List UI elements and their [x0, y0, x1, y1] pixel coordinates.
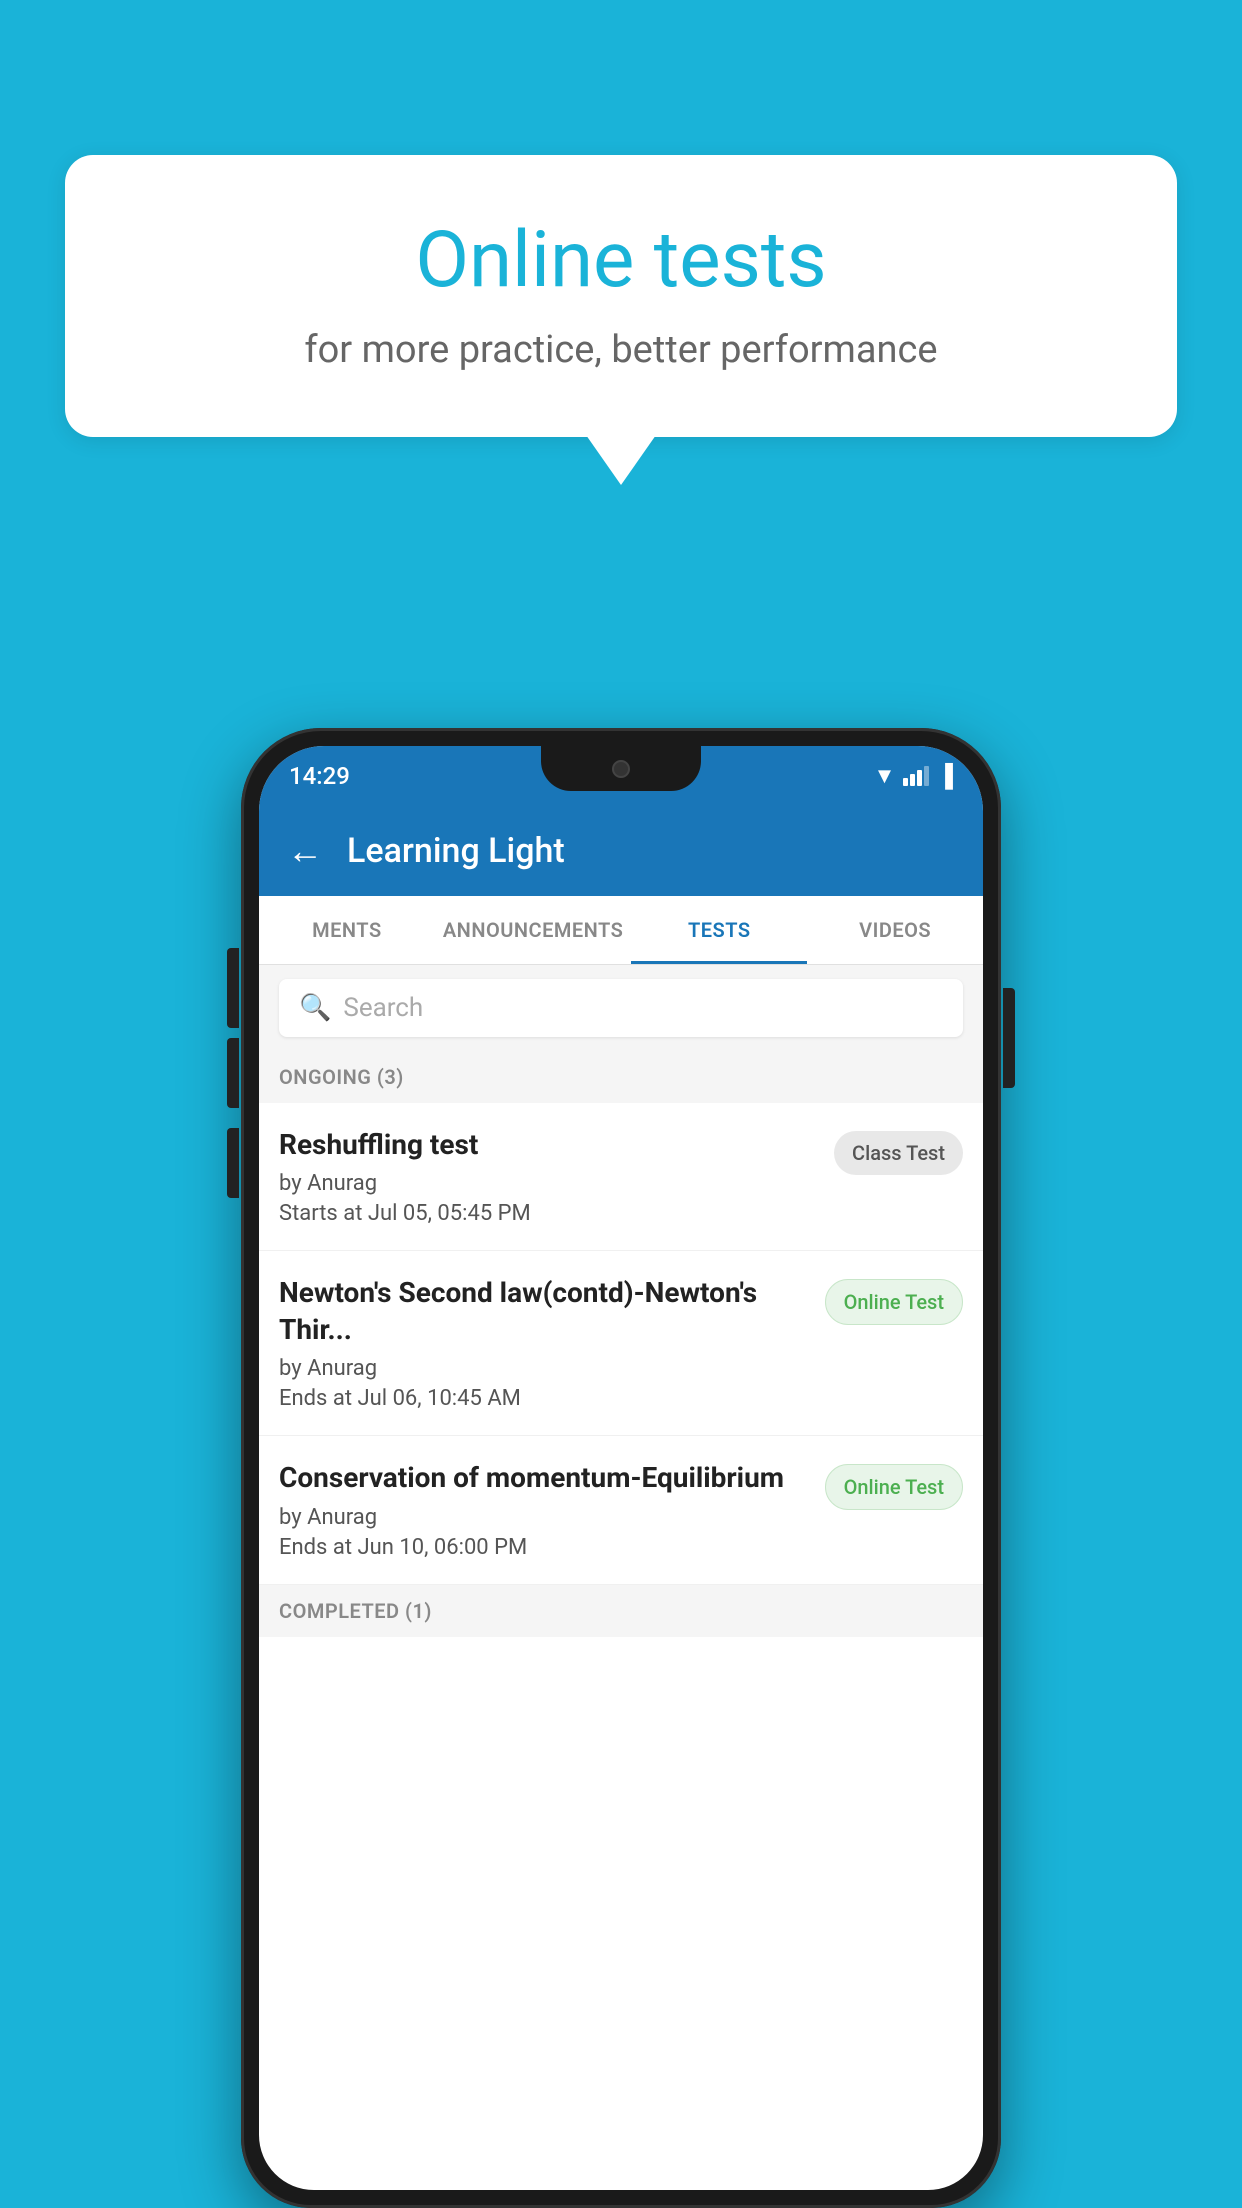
- promo-bubble: Online tests for more practice, better p…: [65, 155, 1177, 437]
- phone-outer-shell: 14:29 ▼ ▐ ← Learning Light: [241, 728, 1001, 2208]
- signal-icon: [903, 766, 929, 786]
- app-header: ← Learning Light: [259, 806, 983, 896]
- ongoing-section-label: ONGOING (3): [259, 1051, 983, 1103]
- back-button[interactable]: ←: [287, 830, 323, 872]
- phone-mockup: 14:29 ▼ ▐ ← Learning Light: [241, 728, 1001, 2208]
- phone-screen: 14:29 ▼ ▐ ← Learning Light: [259, 746, 983, 2190]
- search-bar[interactable]: 🔍 Search: [279, 979, 963, 1037]
- test-badge-newtons: Online Test: [825, 1279, 963, 1325]
- tab-tests[interactable]: TESTS: [631, 896, 807, 964]
- test-info-reshuffling: Reshuffling test by Anurag Starts at Jul…: [279, 1127, 820, 1226]
- bubble-subtitle: for more practice, better performance: [145, 328, 1097, 372]
- test-info-newtons: Newton's Second law(contd)-Newton's Thir…: [279, 1275, 811, 1411]
- bubble-title: Online tests: [145, 215, 1097, 306]
- front-camera: [612, 760, 630, 778]
- signal-bar-1: [903, 778, 908, 786]
- test-date-reshuffling: Starts at Jul 05, 05:45 PM: [279, 1201, 820, 1226]
- test-item-conservation[interactable]: Conservation of momentum-Equilibrium by …: [259, 1436, 983, 1584]
- tab-videos[interactable]: VIDEOS: [807, 896, 983, 964]
- phone-notch: [541, 746, 701, 791]
- tabs-bar: MENTS ANNOUNCEMENTS TESTS VIDEOS: [259, 896, 983, 965]
- test-name-reshuffling: Reshuffling test: [279, 1127, 820, 1163]
- status-icons: ▼ ▐: [874, 763, 953, 789]
- tab-ments[interactable]: MENTS: [259, 896, 435, 964]
- bubble-card: Online tests for more practice, better p…: [65, 155, 1177, 437]
- test-item-newtons[interactable]: Newton's Second law(contd)-Newton's Thir…: [259, 1251, 983, 1436]
- app-title: Learning Light: [347, 831, 565, 871]
- test-author-reshuffling: by Anurag: [279, 1171, 820, 1196]
- wifi-icon: ▼: [874, 763, 896, 789]
- test-item-reshuffling[interactable]: Reshuffling test by Anurag Starts at Jul…: [259, 1103, 983, 1251]
- search-container: 🔍 Search: [259, 965, 983, 1051]
- test-date-newtons: Ends at Jul 06, 10:45 AM: [279, 1386, 811, 1411]
- test-badge-conservation: Online Test: [825, 1464, 963, 1510]
- completed-section-label: COMPLETED (1): [259, 1585, 983, 1637]
- test-name-newtons: Newton's Second law(contd)-Newton's Thir…: [279, 1275, 811, 1348]
- test-name-conservation: Conservation of momentum-Equilibrium: [279, 1460, 811, 1496]
- test-badge-reshuffling: Class Test: [834, 1131, 963, 1175]
- signal-bar-2: [910, 774, 915, 786]
- volume-down-button: [227, 1128, 239, 1198]
- search-icon: 🔍: [299, 993, 331, 1023]
- test-date-conservation: Ends at Jun 10, 06:00 PM: [279, 1535, 811, 1560]
- status-time: 14:29: [289, 762, 350, 790]
- volume-up-button: [227, 1038, 239, 1108]
- test-info-conservation: Conservation of momentum-Equilibrium by …: [279, 1460, 811, 1559]
- test-author-conservation: by Anurag: [279, 1505, 811, 1530]
- search-placeholder: Search: [343, 993, 423, 1023]
- signal-bar-3: [917, 770, 922, 786]
- test-list: Reshuffling test by Anurag Starts at Jul…: [259, 1103, 983, 1585]
- battery-icon: ▐: [937, 763, 953, 789]
- tab-announcements[interactable]: ANNOUNCEMENTS: [435, 896, 632, 964]
- test-author-newtons: by Anurag: [279, 1356, 811, 1381]
- signal-bar-4: [924, 766, 929, 786]
